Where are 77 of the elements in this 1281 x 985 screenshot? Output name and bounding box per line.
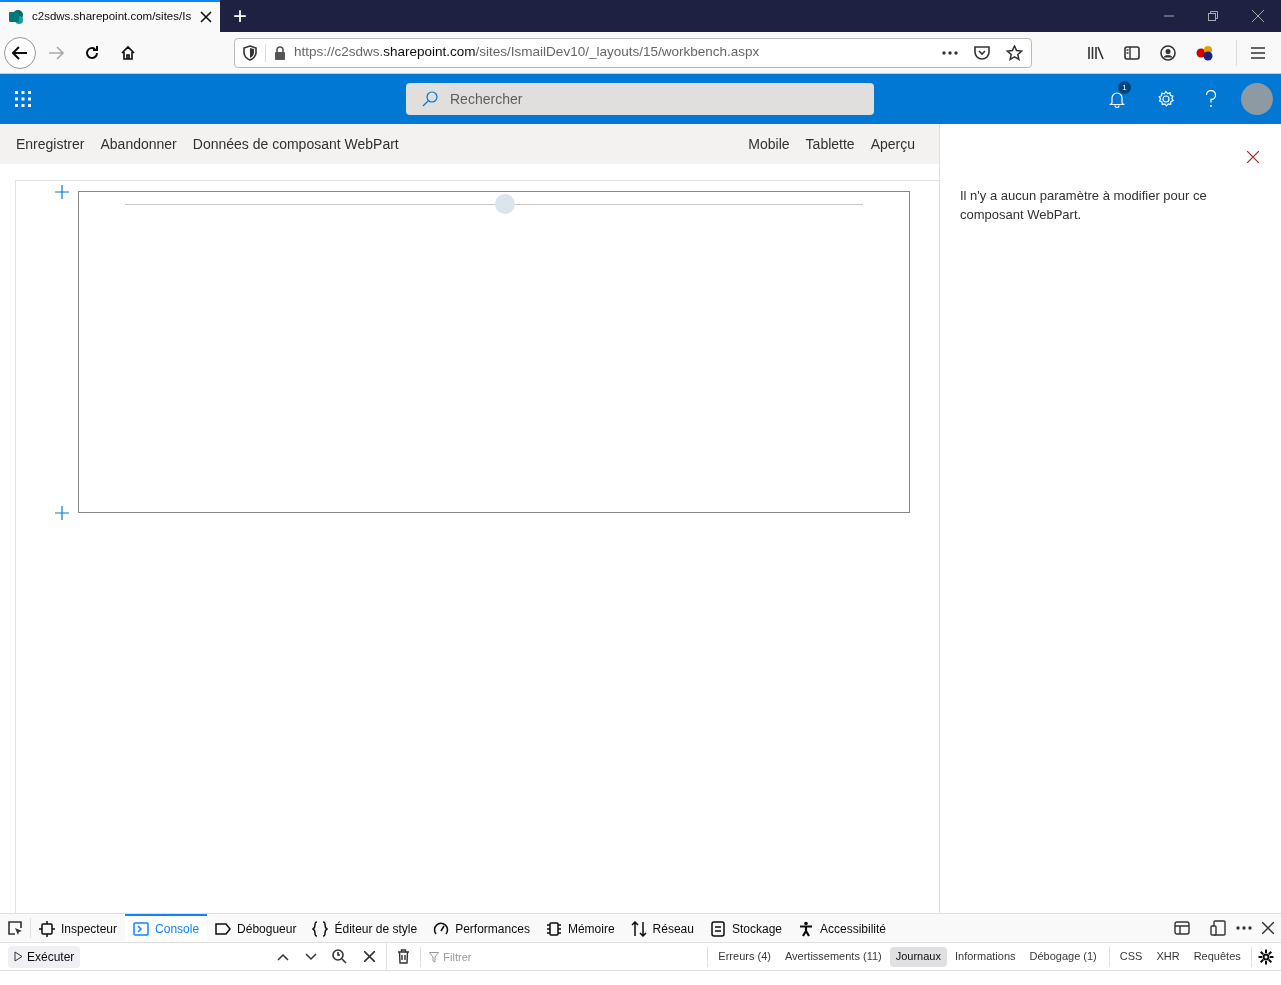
filter-toggle[interactable]: Informations <box>949 946 1022 967</box>
filter-toggle[interactable]: Avertissements (11) <box>778 946 888 967</box>
command-button[interactable]: Données de composant WebPart <box>184 124 407 164</box>
filter-toggle[interactable]: Erreurs (4) <box>712 946 777 967</box>
command-button[interactable]: Aperçu <box>862 124 923 164</box>
extension-icon[interactable] <box>1196 44 1214 61</box>
console-icon <box>133 921 150 937</box>
devtools-tab[interactable]: Mémoire <box>537 914 623 942</box>
url-text: https://c2sdws.sharepoint.com/sites/IsmailDev10/_layouts/15/workbench.aspx <box>294 43 761 62</box>
back-button[interactable] <box>4 36 36 69</box>
run-button[interactable]: Exécuter <box>8 945 81 968</box>
tag-icon <box>215 921 232 937</box>
filter-toggle[interactable]: Journaux <box>889 946 947 967</box>
close-icon[interactable] <box>1262 922 1274 934</box>
devtools-tab[interactable]: Performances <box>425 914 538 942</box>
devtools-tab[interactable]: Débogueur <box>207 914 305 942</box>
help-icon[interactable] <box>1205 90 1217 108</box>
filter-toggle[interactable]: Débogage (1) <box>1023 946 1103 967</box>
account-icon[interactable] <box>1160 44 1176 61</box>
star-icon[interactable] <box>1006 44 1023 61</box>
history-search-icon[interactable] <box>332 949 348 964</box>
chip-icon <box>39 921 55 937</box>
search-field[interactable]: Rechercher <box>406 83 874 115</box>
address-bar[interactable]: https://c2sdws.sharepoint.com/sites/IsmailDev10/_layouts/15/workbench.aspx <box>234 37 1032 68</box>
menu-icon[interactable] <box>1251 46 1265 59</box>
new-tab-button[interactable]: + <box>220 0 260 32</box>
restore-icon[interactable] <box>1208 11 1218 21</box>
close-icon[interactable] <box>1252 10 1264 22</box>
layout-icon[interactable] <box>1174 921 1190 935</box>
bell-icon[interactable] <box>1109 90 1125 108</box>
command-button[interactable]: Tablette <box>797 124 863 164</box>
devtools-tab[interactable]: Inspecteur <box>31 914 126 942</box>
settings-icon[interactable] <box>1257 948 1274 965</box>
command-button[interactable]: Enregistrer <box>8 124 93 164</box>
play-icon <box>14 951 23 962</box>
trash-icon[interactable] <box>397 949 411 964</box>
drag-handle[interactable] <box>495 194 515 214</box>
search-icon <box>422 91 438 107</box>
devtools-tab[interactable]: Réseau <box>622 914 702 942</box>
command-button[interactable]: Mobile <box>740 124 798 164</box>
library-icon[interactable] <box>1088 45 1104 60</box>
devtools-tab[interactable]: Console <box>125 914 208 942</box>
filter-field[interactable]: Filtrer <box>427 945 708 968</box>
arrows-icon <box>630 921 647 937</box>
app-launcher-icon[interactable] <box>15 91 31 107</box>
shield-icon <box>243 44 257 61</box>
filter-toggle[interactable]: XHR <box>1150 946 1186 967</box>
close-icon[interactable] <box>364 951 376 962</box>
more-icon[interactable] <box>1236 926 1252 930</box>
person-icon <box>798 921 814 937</box>
braces-icon <box>312 921 329 937</box>
filter-icon <box>429 951 440 963</box>
gauge-icon <box>433 921 450 937</box>
more-icon[interactable] <box>942 50 958 55</box>
tab-title: c2sdws.sharepoint.com/sites/Is <box>32 9 192 25</box>
property-pane-message: Il n'y a aucun paramètre à modifier pour ce composant WebPart. <box>960 187 1208 224</box>
site-logo-icon <box>8 9 24 25</box>
reload-icon[interactable] <box>84 44 100 61</box>
back-arrow-icon <box>12 45 28 60</box>
close-icon[interactable] <box>1247 151 1259 163</box>
browser-tab[interactable]: c2sdws.sharepoint.com/sites/Is <box>0 0 220 32</box>
lock-icon <box>274 45 286 60</box>
filter-toggle[interactable]: CSS <box>1113 946 1149 967</box>
sidebar-icon[interactable] <box>1124 45 1140 60</box>
pocket-icon[interactable] <box>974 45 990 60</box>
memory-icon <box>545 921 562 937</box>
devtools-tab[interactable]: Accessibilité <box>790 914 895 942</box>
home-icon[interactable] <box>120 44 136 61</box>
filter-toggle[interactable]: Requêtes <box>1187 946 1247 967</box>
notification-count: 1 <box>1118 81 1131 94</box>
responsive-design-icon[interactable] <box>1210 920 1226 936</box>
devtools-tab[interactable]: Stockage <box>701 914 790 942</box>
command-button[interactable]: Abandonner <box>92 124 185 164</box>
close-icon[interactable] <box>200 11 212 23</box>
element-picker-icon[interactable] <box>7 920 23 936</box>
devtools-tab[interactable]: Éditeur de style <box>304 914 426 942</box>
storage-icon <box>709 921 726 937</box>
